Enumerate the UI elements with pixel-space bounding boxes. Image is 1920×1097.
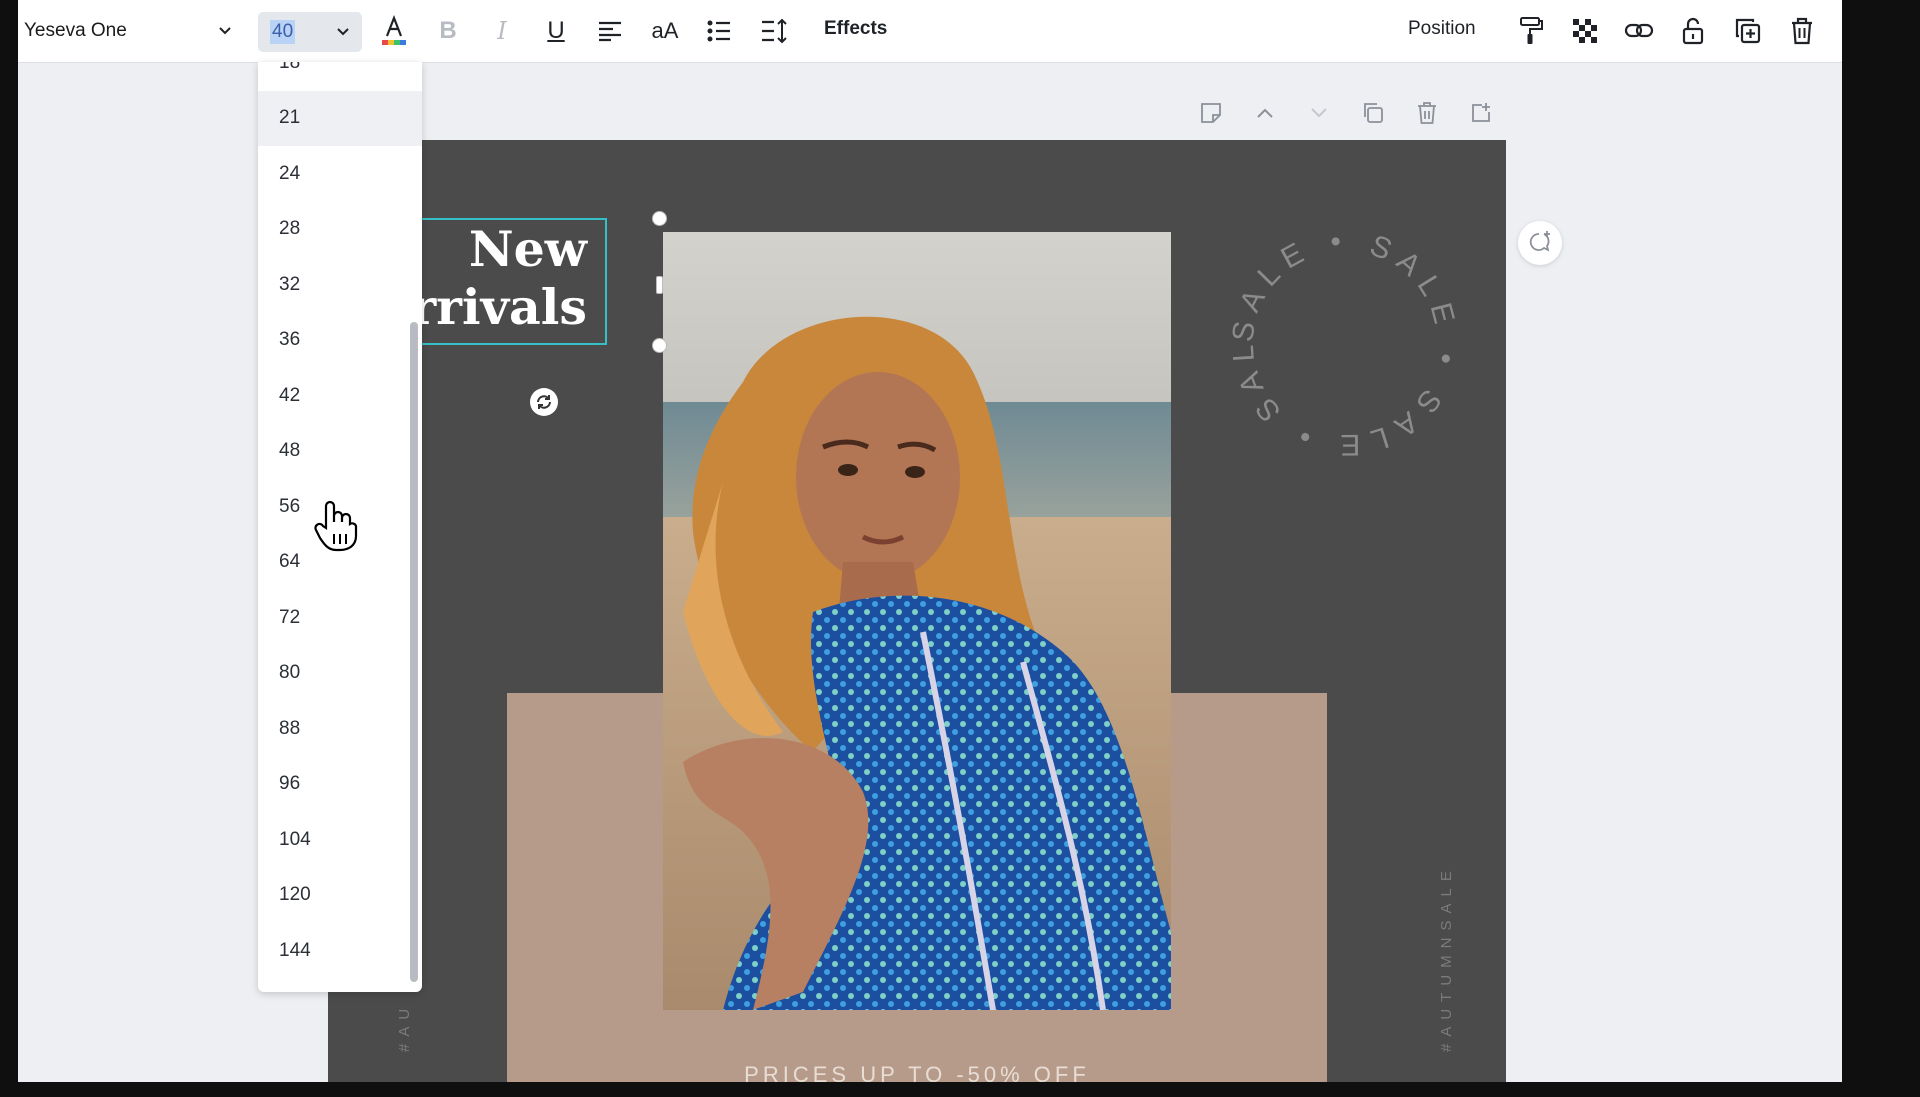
italic-icon[interactable]: I (482, 11, 522, 51)
paint-roller-icon[interactable] (1511, 11, 1551, 51)
font-size-option[interactable]: 88 (258, 701, 422, 757)
menu-scrollbar[interactable] (410, 322, 418, 982)
vertical-hashtag-left: #AU (396, 1001, 413, 1052)
font-size-option[interactable]: 21 (258, 90, 422, 146)
lock-icon[interactable] (1673, 11, 1713, 51)
letter-case-button[interactable]: aA (645, 11, 685, 51)
bold-icon[interactable]: B (428, 11, 468, 51)
notes-icon[interactable] (1194, 96, 1228, 130)
font-size-option[interactable]: 144 (258, 923, 422, 979)
prices-banner: PRICES UP TO -50% OFF (744, 1062, 1090, 1082)
font-size-option[interactable]: 120 (258, 868, 422, 924)
circular-sale-text: SALE • SALE • SALE • SALE • (1230, 228, 1460, 458)
move-page-up-icon[interactable] (1248, 96, 1282, 130)
rotate-handle[interactable] (530, 388, 558, 416)
text-toolbar: Yeseva One 40 B I U aA Effects Position (18, 0, 1842, 63)
design-page[interactable]: New arrivals SALE • SALE • SALE • SALE •… (328, 140, 1506, 1082)
font-size-option[interactable]: 104 (258, 812, 422, 868)
chevron-down-icon (216, 22, 234, 40)
position-button[interactable]: Position (1408, 18, 1476, 40)
duplicate-page-icon[interactable] (1356, 96, 1390, 130)
transparency-icon[interactable] (1565, 11, 1605, 51)
font-size-option[interactable]: 72 (258, 590, 422, 646)
font-size-option[interactable]: 48 (258, 424, 422, 480)
font-size-option[interactable]: 36 (258, 313, 422, 369)
move-page-down-icon[interactable] (1302, 96, 1336, 130)
chevron-down-icon (334, 23, 352, 41)
hand-cursor-icon (314, 498, 358, 552)
font-size-option[interactable]: 42 (258, 368, 422, 424)
bulleted-list-icon[interactable] (699, 11, 739, 51)
align-left-icon[interactable] (590, 11, 630, 51)
font-size-option[interactable]: 96 (258, 757, 422, 813)
circular-sale-textpath: SALE • SALE • SALE • SALE • (1230, 228, 1454, 458)
text-color-button[interactable] (374, 11, 414, 51)
add-page-icon[interactable] (1464, 96, 1498, 130)
vertical-hashtag-right: #AUTUMNSALE (1438, 864, 1455, 1052)
trash-icon[interactable] (1782, 11, 1822, 51)
delete-page-icon[interactable] (1410, 96, 1444, 130)
font-size-option[interactable]: 24 (258, 146, 422, 202)
svg-text:SALE • SALE • SALE • SALE •: SALE • SALE • SALE • SALE • (1230, 228, 1460, 458)
font-size-option[interactable]: 80 (258, 646, 422, 702)
editor-window: Yeseva One 40 B I U aA Effects Position … (18, 0, 1842, 1082)
font-size-option[interactable]: 28 (258, 202, 422, 258)
font-family-dropdown[interactable]: Yeseva One (18, 12, 244, 50)
font-size-dropdown[interactable]: 40 (258, 12, 362, 52)
photo-illustration (663, 232, 1171, 1010)
comment-plus-icon (1529, 231, 1550, 252)
resize-handle-top-right[interactable] (652, 211, 667, 226)
underline-icon[interactable]: U (536, 11, 576, 51)
font-family-label: Yeseva One (24, 20, 127, 41)
model-photo[interactable] (663, 232, 1171, 1010)
font-size-option[interactable]: 32 (258, 257, 422, 313)
add-comment-button[interactable] (1518, 221, 1562, 265)
link-icon[interactable] (1619, 11, 1659, 51)
rotate-icon (537, 395, 551, 409)
font-size-input[interactable]: 40 (270, 20, 296, 44)
effects-button[interactable]: Effects (824, 18, 887, 40)
duplicate-icon[interactable] (1728, 11, 1768, 51)
line-spacing-icon[interactable] (754, 11, 794, 51)
text-color-icon (382, 14, 406, 45)
resize-handle-right[interactable] (656, 276, 663, 294)
resize-handle-bottom-right[interactable] (652, 338, 667, 353)
font-size-option[interactable]: 18 (258, 62, 422, 91)
